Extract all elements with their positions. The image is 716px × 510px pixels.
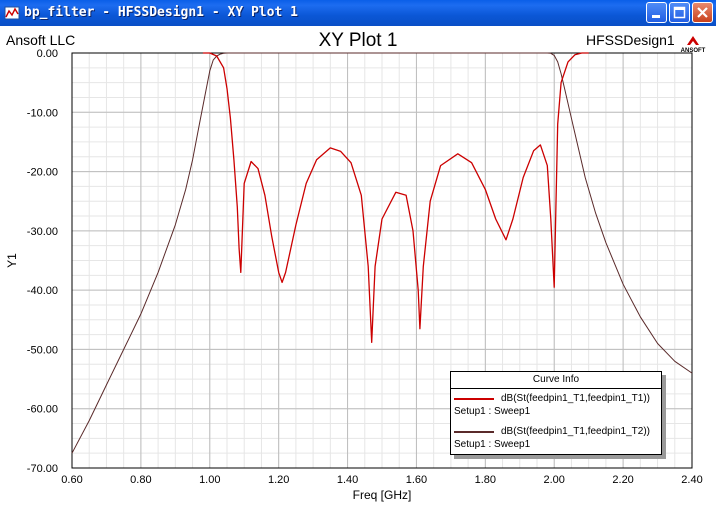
legend-entry-name: dB(St(feedpin1_T1,feedpin1_T2)) [501, 426, 650, 437]
plot-window[interactable]: Ansoft LLC XY Plot 1 HFSSDesign1 0.60 0.8… [0, 26, 716, 510]
x-tick-label: 1.80 [475, 474, 496, 486]
x-tick-label: 0.60 [61, 474, 82, 486]
maximize-button[interactable] [669, 2, 690, 23]
y-tick-label: -40.00 [27, 285, 58, 297]
legend-entry[interactable]: dB(St(feedpin1_T1,feedpin1_T2)) Setup1 :… [451, 425, 661, 455]
x-tick-label: 2.40 [681, 474, 702, 486]
y-tick-label: 0.00 [37, 48, 58, 60]
app-icon [4, 6, 20, 20]
curve-info-legend[interactable]: Curve Info dB(St(feedpin1_T1,feedpin1_T1… [450, 371, 662, 455]
x-tick-label: 1.60 [406, 474, 427, 486]
x-tick-label: 2.00 [544, 474, 565, 486]
ansoft-logo-text: ANSOFT [681, 48, 706, 54]
y-tick-label: -30.00 [27, 226, 58, 238]
y-tick-label: -50.00 [27, 344, 58, 356]
x-tick-label: 1.00 [199, 474, 220, 486]
minimize-icon [652, 15, 660, 18]
legend-swatch [454, 431, 494, 433]
ansoft-logo-icon [687, 36, 699, 45]
x-tick-label: 0.80 [130, 474, 151, 486]
y-tick-label: -10.00 [27, 107, 58, 119]
y-tick-label: -20.00 [27, 167, 58, 179]
x-tick-label: 1.20 [268, 474, 289, 486]
legend-swatch [454, 398, 494, 400]
legend-entry-setup: Setup1 : Sweep1 [454, 406, 531, 417]
x-tick-label: 1.40 [337, 474, 358, 486]
close-button[interactable] [692, 2, 713, 23]
legend-entry-name: dB(St(feedpin1_T1,feedpin1_T1)) [501, 393, 650, 404]
x-tick-label: 2.20 [612, 474, 633, 486]
window-title: bp_filter - HFSSDesign1 - XY Plot 1 [24, 5, 298, 20]
y-tick-label: -70.00 [27, 463, 58, 475]
minimize-button[interactable] [646, 2, 667, 23]
legend-entry[interactable]: dB(St(feedpin1_T1,feedpin1_T1)) Setup1 :… [451, 392, 661, 422]
title-bar[interactable]: bp_filter - HFSSDesign1 - XY Plot 1 [0, 0, 716, 26]
y-tick-label: -60.00 [27, 404, 58, 416]
legend-title: Curve Info [451, 372, 661, 389]
y-axis-label: Y1 [5, 253, 19, 268]
series-line[interactable] [202, 52, 589, 343]
maximize-icon [673, 6, 686, 19]
legend-entry-setup: Setup1 : Sweep1 [454, 439, 531, 450]
x-axis-label: Freq [GHz] [353, 488, 412, 502]
close-icon [697, 7, 708, 18]
